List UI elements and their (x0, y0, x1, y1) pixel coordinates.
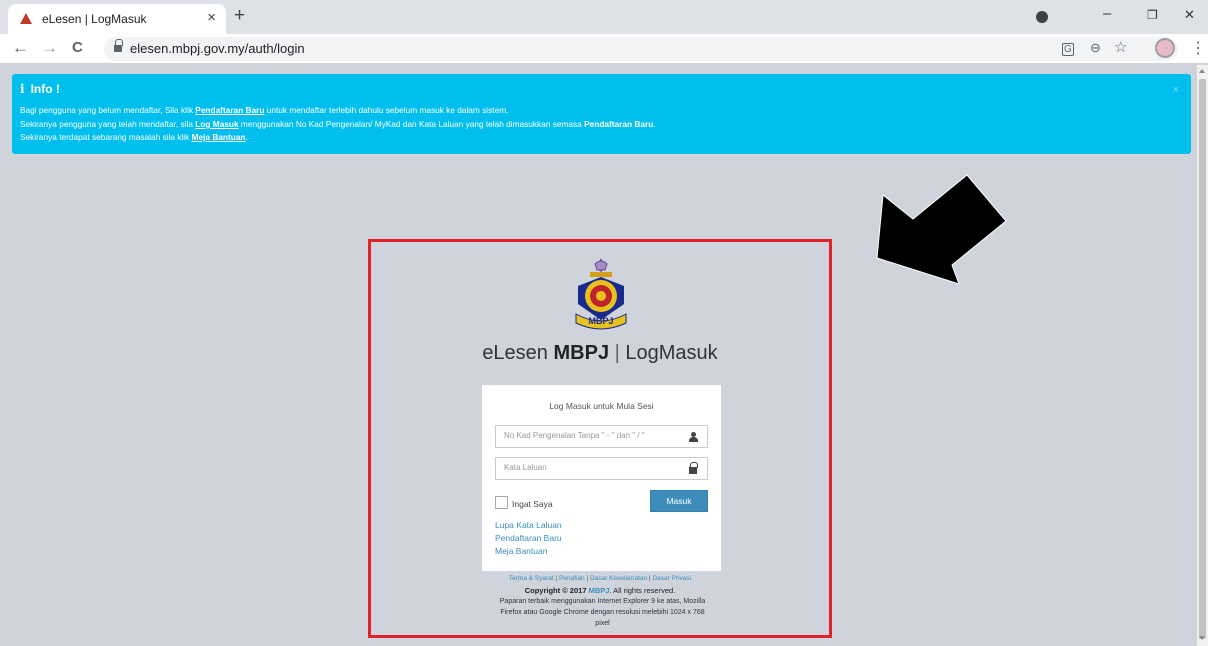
info-title: i Info ! (20, 82, 60, 96)
info-title-text: Info ! (30, 82, 60, 96)
login-card: Log Masuk untuk Mula Sesi Ingat Saya Mas… (482, 385, 721, 571)
remember-me-label[interactable]: Ingat Saya (512, 499, 553, 509)
tab-title: eLesen | LogMasuk (42, 12, 147, 26)
info-line-2-text-end: . (653, 119, 656, 129)
info-line-3: Sekiranya terdapat sebarang masalah sila… (20, 132, 248, 142)
mbpj-link[interactable]: MBPJ (589, 586, 610, 595)
reload-button[interactable]: C (72, 39, 83, 56)
browser-note-line-3: pixel (595, 620, 610, 627)
info-icon: i (20, 82, 25, 96)
copyright-prefix: Copyright © 2017 (524, 586, 589, 595)
forgot-password-link[interactable]: Lupa Kata Laluan (495, 520, 562, 530)
login-button[interactable]: Masuk (650, 490, 708, 512)
info-line-2-text: Sekiranya pengguna yang telah mendaftar,… (20, 119, 196, 129)
profile-avatar[interactable] (1155, 38, 1175, 58)
info-line-3-text: Sekiranya terdapat sebarang masalah sila… (20, 132, 192, 142)
page-title: eLesen MBPJ | LogMasuk (368, 342, 832, 365)
url-text[interactable]: elesen.mbpj.gov.my/auth/login (130, 41, 305, 56)
lock-icon[interactable] (114, 39, 123, 53)
page-name: LogMasuk (625, 342, 718, 364)
security-policy-link[interactable]: Dasar Keselamatan (590, 575, 647, 582)
info-line-3-text-end: . (245, 132, 248, 142)
info-close-button[interactable]: × (1173, 84, 1179, 96)
footer-links: Terma & Syarat | Penafian | Dasar Kesela… (368, 575, 832, 582)
tab-close-icon[interactable]: × (207, 9, 216, 26)
translate-icon[interactable]: G (1062, 43, 1074, 56)
browser-toolbar: ← → C elesen.mbpj.gov.my/auth/login G ⊖ … (0, 34, 1208, 64)
info-line-1-text-end: untuk mendaftar terlebih dahulu sebelum … (264, 105, 509, 115)
site-favicon-icon (20, 13, 32, 24)
remember-me-checkbox[interactable] (495, 496, 508, 509)
disclaimer-link[interactable]: Penafian (559, 575, 585, 582)
back-button[interactable]: ← (12, 38, 29, 58)
scroll-thumb[interactable] (1199, 79, 1206, 639)
log-masuk-link[interactable]: Log Masuk (195, 119, 238, 129)
forward-button[interactable]: → (41, 38, 58, 58)
browser-tab[interactable]: eLesen | LogMasuk × (8, 4, 226, 34)
password-field[interactable] (495, 457, 708, 480)
zoom-icon[interactable]: ⊖ (1090, 40, 1101, 56)
logo-text: MBPJ (588, 316, 613, 326)
title-separator: | (614, 342, 620, 364)
browser-note-line-1: Paparan terbaik menggunakan Internet Exp… (499, 598, 706, 605)
helpdesk-link[interactable]: Meja Bantuan (495, 546, 547, 556)
info-line-2: Sekiranya pengguna yang telah mendaftar,… (20, 119, 656, 129)
terms-link[interactable]: Terma & Syarat (509, 575, 554, 582)
address-bar[interactable]: elesen.mbpj.gov.my/auth/login G ⊖ ☆ (104, 37, 1178, 61)
minimize-button[interactable]: – (1103, 5, 1111, 22)
info-alert: i Info ! × Bagi pengguna yang belum menda… (12, 74, 1191, 154)
info-line-2-bold: Pendaftaran Baru (584, 119, 654, 129)
close-window-button[interactable]: ✕ (1184, 7, 1195, 23)
pointer-arrow-icon (876, 174, 1007, 285)
media-control-icon[interactable] (1036, 11, 1048, 23)
new-tab-button[interactable]: + (234, 5, 245, 27)
browser-note-line-2: Firefox atau Google Chrome dengan resolu… (500, 609, 705, 616)
page-scrollbar[interactable] (1197, 65, 1208, 646)
info-line-1: Bagi pengguna yang belum mendaftar, Sila… (20, 105, 508, 115)
mbpj-logo-icon: MBPJ (575, 258, 627, 330)
copyright-text: Copyright © 2017 MBPJ. All rights reserv… (368, 586, 832, 595)
pendaftaran-baru-link[interactable]: Pendaftaran Baru (195, 105, 264, 115)
privacy-policy-link[interactable]: Dasar Privasi (652, 575, 691, 582)
footer-separator: | (586, 575, 589, 582)
browser-menu-icon[interactable]: ⋮ (1190, 38, 1206, 58)
info-line-2-text-mid: menggunakan No Kad Pengenalan/ MyKad dan… (238, 119, 585, 129)
scroll-down-arrow-icon[interactable] (1199, 636, 1205, 640)
footer-separator: | (648, 575, 651, 582)
app-name: eLesen (482, 342, 548, 364)
login-heading: Log Masuk untuk Mula Sesi (549, 401, 654, 411)
lock-icon (689, 462, 698, 474)
password-input[interactable] (504, 463, 684, 472)
meja-bantuan-info-link[interactable]: Meja Bantuan (192, 132, 246, 142)
ic-number-field[interactable] (495, 425, 708, 448)
info-line-1-text: Bagi pengguna yang belum mendaftar, Sila… (20, 105, 196, 115)
brand-name: MBPJ (553, 342, 610, 364)
user-icon (689, 432, 698, 442)
scroll-up-arrow-icon[interactable] (1199, 69, 1205, 73)
register-link[interactable]: Pendaftaran Baru (495, 533, 562, 543)
copyright-suffix: . All rights reserved. (609, 586, 676, 595)
ic-number-input[interactable] (504, 431, 684, 440)
footer-separator: | (555, 575, 558, 582)
restore-button[interactable]: ❐ (1147, 8, 1158, 22)
browser-tabstrip: eLesen | LogMasuk × + – ❐ ✕ (0, 0, 1208, 34)
bookmark-star-icon[interactable]: ☆ (1114, 38, 1127, 56)
